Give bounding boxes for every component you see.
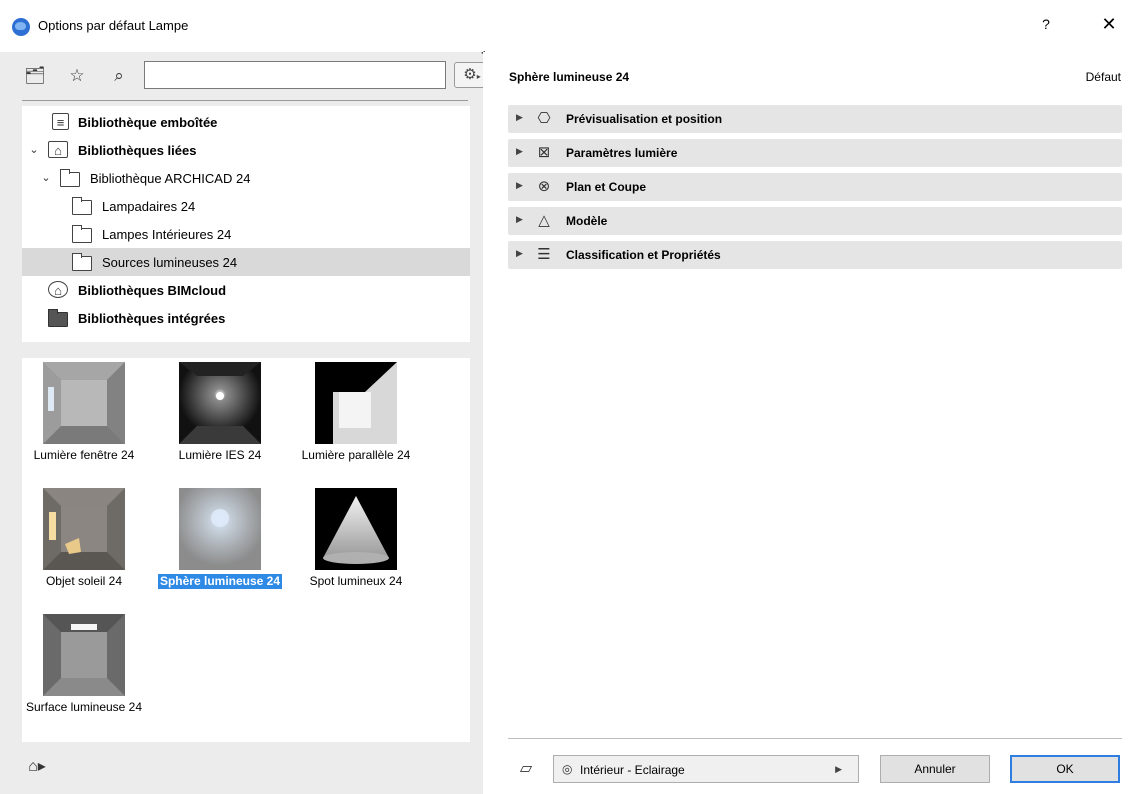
dropdown-arrow-icon: ▶ — [835, 764, 842, 774]
library-toolbar: 🗂 ☆ ⌕ ⚙▸ — [22, 60, 490, 92]
tree-item-label: Bibliothèques BIMcloud — [78, 283, 227, 298]
thumbnail-sphere-lumineuse — [179, 488, 261, 570]
tree-item-archicad-library[interactable]: ⌄ Bibliothèque ARCHICAD 24 — [22, 164, 470, 192]
tree-item-lampes-interieures[interactable]: Lampes Intérieures 24 — [22, 220, 470, 248]
section-label: Classification et Propriétés — [566, 248, 721, 262]
tree-item-label: Lampes Intérieures 24 — [102, 227, 232, 242]
default-label: Défaut — [1085, 70, 1121, 84]
section-label: Paramètres lumière — [566, 146, 678, 160]
section-modele[interactable]: ▶ △ Modèle — [508, 207, 1122, 235]
section-plan-coupe[interactable]: ▶ ⊗ Plan et Coupe — [508, 173, 1122, 201]
tree-item-label: Bibliothèques intégrées — [78, 311, 226, 326]
library-tree: ≡ Bibliothèque emboîtée ⌄ ⌂ Bibliothèque… — [22, 106, 470, 342]
object-label: Lumière fenêtre 24 — [33, 448, 135, 462]
model-icon: △ — [538, 212, 550, 229]
layer-dropdown[interactable]: ◎ Intérieur - Eclairage ▶ — [553, 755, 859, 783]
tree-item-lampadaires[interactable]: Lampadaires 24 — [22, 192, 470, 220]
tree-item-label: Sources lumineuses 24 — [102, 255, 238, 270]
window-title: Options par défaut Lampe — [38, 18, 189, 33]
object-name: Sphère lumineuse 24 — [509, 70, 630, 84]
light-parameters-icon: ⊠ — [537, 144, 551, 161]
preview-position-icon: ⎔ — [537, 110, 551, 127]
archicad-logo-icon — [12, 18, 30, 36]
tree-item-nested-library[interactable]: ≡ Bibliothèque emboîtée — [22, 108, 470, 136]
tree-item-label: Bibliothèques liées — [78, 143, 197, 158]
section-classification[interactable]: ▶ ☰ Classification et Propriétés — [508, 241, 1122, 269]
library-file-icon: ≡ — [52, 113, 69, 130]
object-label: Spot lumineux 24 — [309, 574, 403, 588]
folder-icon — [72, 225, 92, 243]
ok-button[interactable]: OK — [1010, 755, 1120, 783]
expand-arrow-icon: ▶ — [516, 214, 523, 224]
library-icon: ⌂ — [48, 141, 68, 158]
folder-icon — [48, 309, 68, 327]
title-bar: Options par défaut Lampe ? ✕ — [0, 0, 1129, 52]
tree-item-label: Bibliothèque emboîtée — [78, 115, 218, 130]
section-light-parameters[interactable]: ▶ ⊠ Paramètres lumière — [508, 139, 1122, 167]
object-label: Lumière IES 24 — [178, 448, 262, 462]
toolbar-divider — [22, 100, 468, 101]
plan-section-icon: ⊗ — [537, 178, 551, 195]
object-label: Surface lumineuse 24 — [25, 700, 143, 714]
expand-arrow-icon: ▶ — [516, 180, 523, 190]
classification-icon: ☰ — [537, 246, 551, 263]
object-label: Sphère lumineuse 24 — [158, 574, 282, 589]
thumbnail-objet-soleil — [43, 488, 125, 570]
folder-icon — [60, 169, 80, 187]
thumbnail-lumiere-fenetre — [43, 362, 125, 444]
bimcloud-library-icon: ⌂ — [48, 281, 68, 298]
section-preview-position[interactable]: ▶ ⎔ Prévisualisation et position — [508, 105, 1122, 133]
chevron-down-icon[interactable]: ⌄ — [28, 143, 40, 157]
footer-divider — [508, 738, 1122, 739]
library-tree-icon[interactable]: 🗂 — [22, 64, 48, 88]
object-grid: Lumière fenêtre 24 Lumière IES 24 Lumièr… — [22, 358, 470, 742]
cancel-button[interactable]: Annuler — [880, 755, 990, 783]
tree-item-linked-libraries[interactable]: ⌄ ⌂ Bibliothèques liées — [22, 136, 470, 164]
thumbnail-lumiere-parallele — [315, 362, 397, 444]
gear-icon: ⚙ — [463, 66, 477, 83]
layer-settings-icon[interactable]: ▱ — [511, 758, 541, 780]
tree-item-built-in[interactable]: Bibliothèques intégrées — [22, 304, 470, 332]
search-icon[interactable]: ⌕ — [106, 64, 132, 88]
section-label: Modèle — [566, 214, 608, 228]
object-label: Objet soleil 24 — [45, 574, 123, 588]
thumbnail-lumiere-ies — [179, 362, 261, 444]
search-input[interactable] — [144, 61, 446, 89]
section-label: Plan et Coupe — [566, 180, 647, 194]
library-browser-panel: 🗂 ☆ ⌕ ⚙▸ ≡ Bibliothèque emboîtée ⌄ ⌂ Bib… — [0, 52, 490, 794]
eye-icon: ◎ — [562, 762, 573, 776]
tree-item-sources-lumineuses[interactable]: Sources lumineuses 24 — [22, 248, 470, 276]
tree-item-label: Bibliothèque ARCHICAD 24 — [90, 171, 251, 186]
tree-item-bimcloud[interactable]: ⌂ Bibliothèques BIMcloud — [22, 276, 470, 304]
settings-panel: Sphère lumineuse 24 Défaut ▶ ⎔ Prévisual… — [483, 52, 1129, 794]
library-manager-icon[interactable]: ⌂▸ — [24, 756, 50, 778]
expand-arrow-icon: ▶ — [516, 112, 523, 122]
favorites-star-icon[interactable]: ☆ — [64, 64, 90, 88]
expand-arrow-icon: ▶ — [516, 146, 523, 156]
section-label: Prévisualisation et position — [566, 112, 723, 126]
layer-value: Intérieur - Eclairage — [580, 763, 685, 777]
expand-arrow-icon: ▶ — [516, 248, 523, 258]
thumbnail-spot-lumineux — [315, 488, 397, 570]
folder-icon — [72, 197, 92, 215]
tree-item-label: Lampadaires 24 — [102, 199, 196, 214]
chevron-down-icon[interactable]: ⌄ — [40, 171, 52, 185]
folder-icon — [72, 253, 92, 271]
thumbnail-surface-lumineuse — [43, 614, 125, 696]
object-label: Lumière parallèle 24 — [301, 448, 411, 462]
close-button[interactable]: ✕ — [1094, 12, 1124, 36]
help-button[interactable]: ? — [1035, 13, 1057, 35]
